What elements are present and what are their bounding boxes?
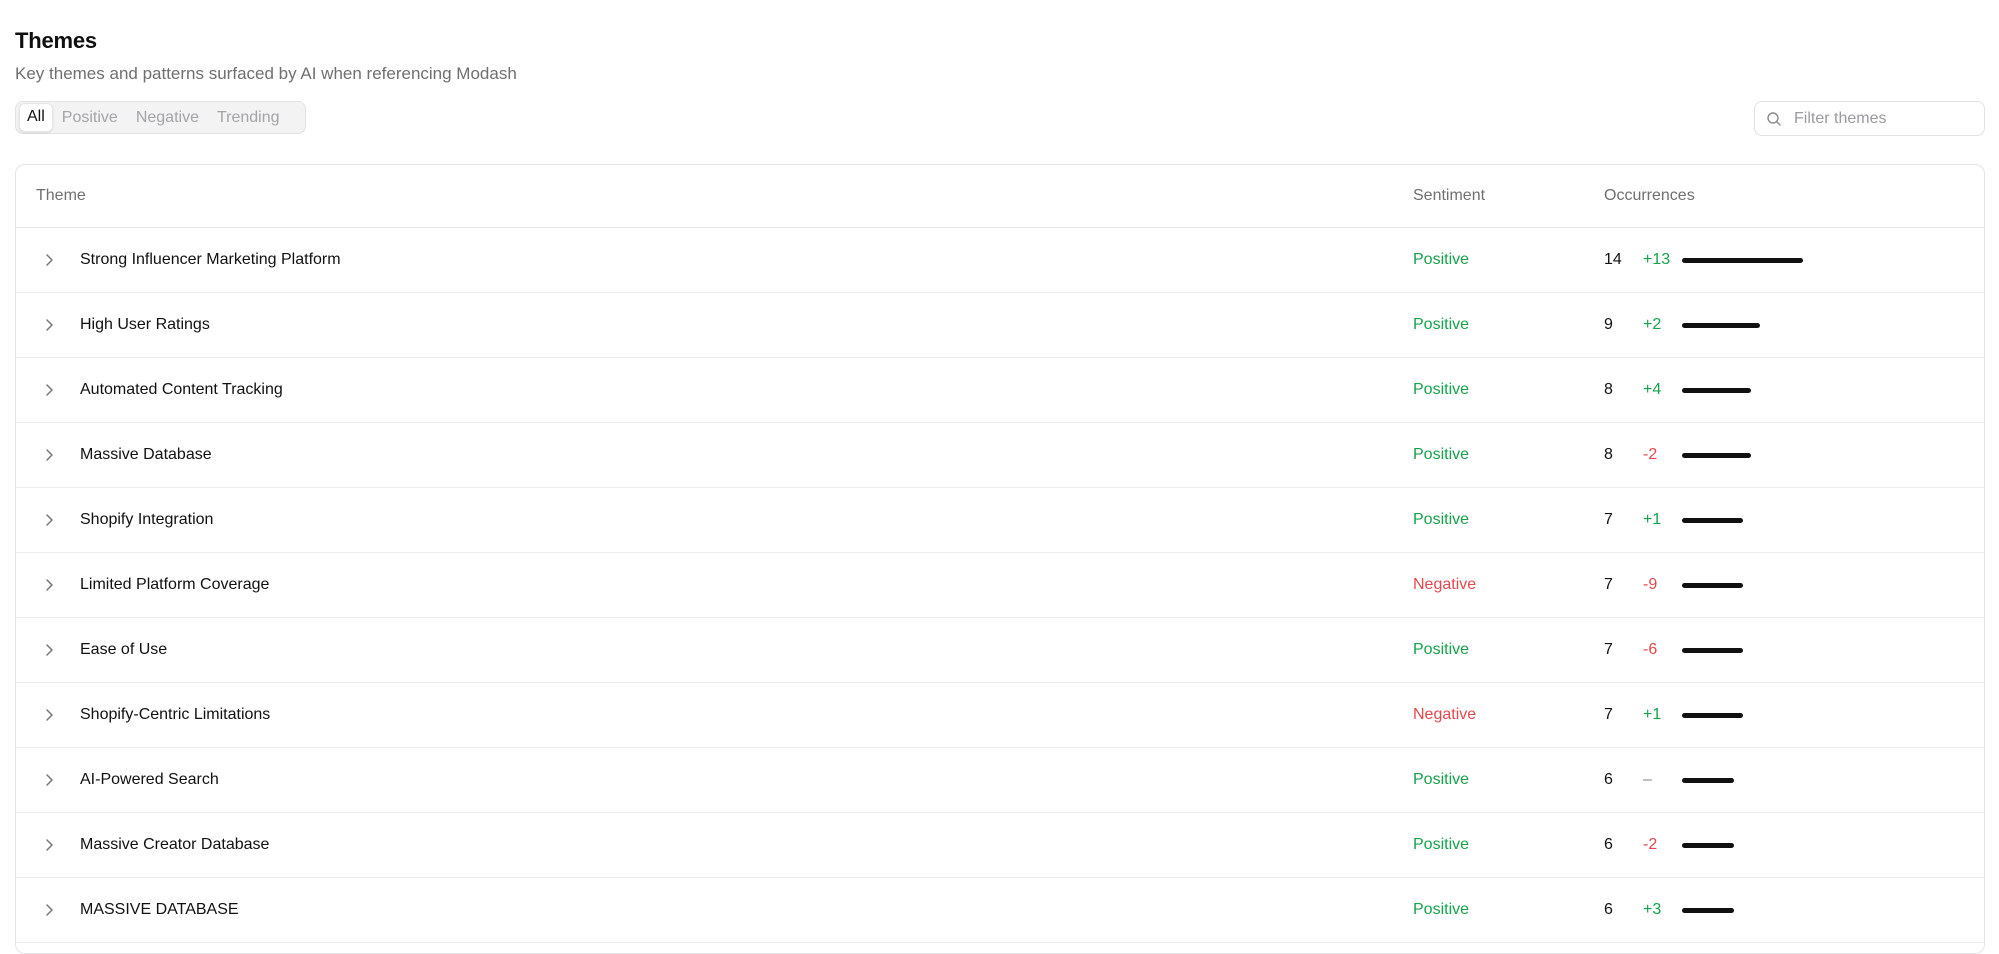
table-body: Strong Influencer Marketing Platform Posi…: [16, 228, 1984, 943]
sentiment-label: Positive: [1413, 316, 1470, 333]
filter-tabs: All Positive Negative Trending: [15, 101, 306, 134]
table-row[interactable]: High User Ratings Positive 9 +2: [16, 293, 1984, 358]
occurrence-delta: +1: [1643, 706, 1662, 723]
occurrence-delta: –: [1643, 771, 1652, 788]
occurrence-count: 7: [1604, 511, 1613, 528]
occurrence-delta: -2: [1643, 836, 1658, 853]
occurrence-count: 7: [1604, 641, 1613, 658]
tab-negative[interactable]: Negative: [127, 104, 208, 131]
theme-name: MASSIVE DATABASE: [80, 901, 239, 918]
theme-name: Massive Creator Database: [80, 836, 270, 853]
table-row[interactable]: Massive Database Positive 8 -2: [16, 423, 1984, 488]
tab-all[interactable]: All: [19, 103, 53, 132]
table-row[interactable]: Strong Influencer Marketing Platform Posi…: [16, 228, 1984, 293]
occurrence-delta: +4: [1643, 381, 1662, 398]
chevron-right-icon[interactable]: [41, 252, 57, 268]
chevron-right-icon[interactable]: [41, 447, 57, 463]
page-subtitle: Key themes and patterns surfaced by AI w…: [15, 64, 517, 83]
sentiment-label: Positive: [1413, 836, 1470, 853]
column-header-theme[interactable]: Theme: [36, 165, 86, 227]
table-row[interactable]: AI-Powered Search Positive 6 –: [16, 748, 1984, 813]
occurrence-bar: [1682, 323, 1760, 328]
sentiment-label: Negative: [1413, 576, 1477, 593]
occurrence-bar: [1682, 388, 1751, 393]
occurrence-count: 8: [1604, 446, 1613, 463]
chevron-right-icon[interactable]: [41, 512, 57, 528]
table-row[interactable]: Shopify-Centric Limitations Negative 7 +1: [16, 683, 1984, 748]
occurrence-bar: [1682, 778, 1734, 783]
occurrence-count: 7: [1604, 576, 1613, 593]
occurrence-delta: -6: [1643, 641, 1658, 658]
occurrence-count: 7: [1604, 706, 1613, 723]
occurrence-delta: +2: [1643, 316, 1662, 333]
sentiment-label: Negative: [1413, 706, 1477, 723]
occurrence-count: 6: [1604, 771, 1613, 788]
filter-themes-input[interactable]: [1792, 108, 1976, 129]
chevron-right-icon[interactable]: [41, 772, 57, 788]
theme-name: High User Ratings: [80, 316, 210, 333]
theme-name: Massive Database: [80, 446, 212, 463]
occurrence-bar: [1682, 518, 1743, 523]
chevron-right-icon[interactable]: [41, 642, 57, 658]
theme-name: Limited Platform Coverage: [80, 576, 270, 593]
sentiment-label: Positive: [1413, 511, 1470, 528]
table-header: Theme Sentiment Occurrences: [16, 165, 1984, 228]
page-title: Themes: [15, 28, 97, 53]
occurrence-count: 14: [1604, 251, 1622, 268]
occurrence-bar: [1682, 583, 1743, 588]
occurrence-bar: [1682, 843, 1734, 848]
table-row[interactable]: Ease of Use Positive 7 -6: [16, 618, 1984, 683]
tab-positive[interactable]: Positive: [53, 104, 127, 131]
chevron-right-icon[interactable]: [41, 382, 57, 398]
sentiment-label: Positive: [1413, 446, 1470, 463]
occurrence-delta: -2: [1643, 446, 1658, 463]
chevron-right-icon[interactable]: [41, 317, 57, 333]
occurrence-count: 6: [1604, 836, 1613, 853]
sentiment-label: Positive: [1413, 251, 1470, 268]
theme-name: Strong Influencer Marketing Platform: [80, 251, 341, 268]
occurrence-count: 6: [1604, 901, 1613, 918]
table-row[interactable]: Shopify Integration Positive 7 +1: [16, 488, 1984, 553]
chevron-right-icon[interactable]: [41, 837, 57, 853]
tab-trending[interactable]: Trending: [208, 104, 289, 131]
theme-name: Shopify Integration: [80, 511, 214, 528]
theme-name: Ease of Use: [80, 641, 168, 658]
chevron-right-icon[interactable]: [41, 707, 57, 723]
occurrence-bar: [1682, 258, 1803, 263]
theme-name: Shopify-Centric Limitations: [80, 706, 271, 723]
sentiment-label: Positive: [1413, 381, 1470, 398]
themes-table: Theme Sentiment Occurrences Strong Influ…: [15, 164, 1985, 954]
occurrence-delta: +3: [1643, 901, 1662, 918]
occurrence-delta: -9: [1643, 576, 1658, 593]
table-row[interactable]: MASSIVE DATABASE Positive 6 +3: [16, 878, 1984, 943]
occurrence-delta: +13: [1643, 251, 1671, 268]
filter-themes-field[interactable]: [1754, 101, 1985, 136]
chevron-right-icon[interactable]: [41, 902, 57, 918]
column-header-occurrences[interactable]: Occurrences: [1604, 165, 1695, 227]
occurrence-bar: [1682, 648, 1743, 653]
themes-page: Themes Key themes and patterns surfaced …: [0, 0, 1999, 954]
occurrence-count: 8: [1604, 381, 1613, 398]
column-header-sentiment[interactable]: Sentiment: [1413, 165, 1485, 227]
sentiment-label: Positive: [1413, 771, 1470, 788]
table-row[interactable]: Automated Content Tracking Positive 8 +4: [16, 358, 1984, 423]
chevron-right-icon[interactable]: [41, 577, 57, 593]
table-row[interactable]: Massive Creator Database Positive 6 -2: [16, 813, 1984, 878]
table-row[interactable]: Limited Platform Coverage Negative 7 -9: [16, 553, 1984, 618]
sentiment-label: Positive: [1413, 641, 1470, 658]
search-icon: [1767, 111, 1781, 126]
occurrence-bar: [1682, 908, 1734, 913]
occurrence-bar: [1682, 713, 1743, 718]
theme-name: Automated Content Tracking: [80, 381, 283, 398]
occurrence-bar: [1682, 453, 1751, 458]
sentiment-label: Positive: [1413, 901, 1470, 918]
theme-name: AI-Powered Search: [80, 771, 219, 788]
occurrence-count: 9: [1604, 316, 1613, 333]
occurrence-delta: +1: [1643, 511, 1662, 528]
